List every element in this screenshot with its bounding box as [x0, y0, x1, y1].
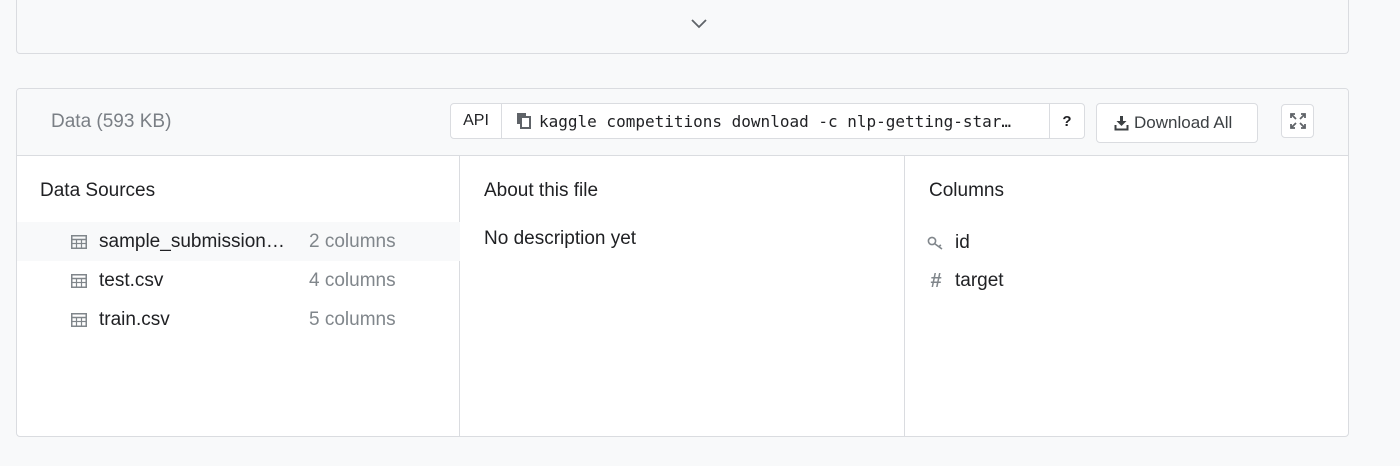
data-panel-title: Data (593 KB) — [51, 111, 172, 132]
download-all-label: Download All — [1134, 113, 1233, 132]
api-command-group: API kaggle competitions download -c nlp-… — [450, 103, 1085, 139]
table-icon — [71, 235, 87, 249]
data-source-column-count: 5 columns — [309, 309, 396, 330]
download-all-button[interactable]: Download All — [1096, 103, 1258, 143]
data-sources-list: sample_submission… 2 columns test.csv 4 … — [17, 222, 460, 339]
data-source-item-test[interactable]: test.csv 4 columns — [17, 261, 460, 300]
data-source-column-count: 4 columns — [309, 270, 396, 291]
column-item-target[interactable]: # target — [927, 268, 1004, 294]
data-panel: Data (593 KB) API kaggle competitions do… — [16, 88, 1349, 437]
chevron-down-icon[interactable] — [689, 14, 709, 34]
about-file-column: About this file No description yet — [460, 156, 905, 436]
about-file-description: No description yet — [484, 228, 637, 249]
table-icon — [71, 274, 87, 288]
api-command-text: kaggle competitions download -c nlp-gett… — [539, 111, 1012, 131]
data-source-name: test.csv — [99, 270, 164, 291]
data-panel-header: Data (593 KB) API kaggle competitions do… — [17, 89, 1348, 156]
copy-icon[interactable] — [516, 112, 533, 130]
data-source-item-train[interactable]: train.csv 5 columns — [17, 300, 460, 339]
hash-icon: # — [930, 269, 942, 292]
data-source-name: train.csv — [99, 309, 170, 330]
about-file-heading: About this file — [484, 180, 599, 201]
columns-column: Columns id # target — [905, 156, 1348, 436]
api-help-button[interactable]: ? — [1050, 104, 1084, 138]
column-name: target — [955, 270, 1004, 291]
data-source-item-sample-submission[interactable]: sample_submission… 2 columns — [17, 222, 460, 261]
collapsed-section-card — [16, 0, 1349, 54]
api-command-copy[interactable]: kaggle competitions download -c nlp-gett… — [502, 104, 1050, 138]
data-source-column-count: 2 columns — [309, 231, 396, 252]
download-icon — [1114, 116, 1129, 131]
api-label: API — [451, 104, 502, 138]
data-source-name: sample_submission… — [99, 231, 285, 252]
expand-icon — [1289, 113, 1306, 129]
expand-button[interactable] — [1281, 104, 1314, 138]
table-icon — [71, 313, 87, 327]
key-icon — [927, 236, 943, 250]
column-name: id — [955, 232, 970, 253]
data-sources-heading: Data Sources — [40, 180, 156, 201]
column-item-id[interactable]: id — [927, 230, 970, 256]
data-sources-column: Data Sources sample_submission… 2 column… — [17, 156, 460, 436]
columns-heading: Columns — [929, 180, 1004, 201]
